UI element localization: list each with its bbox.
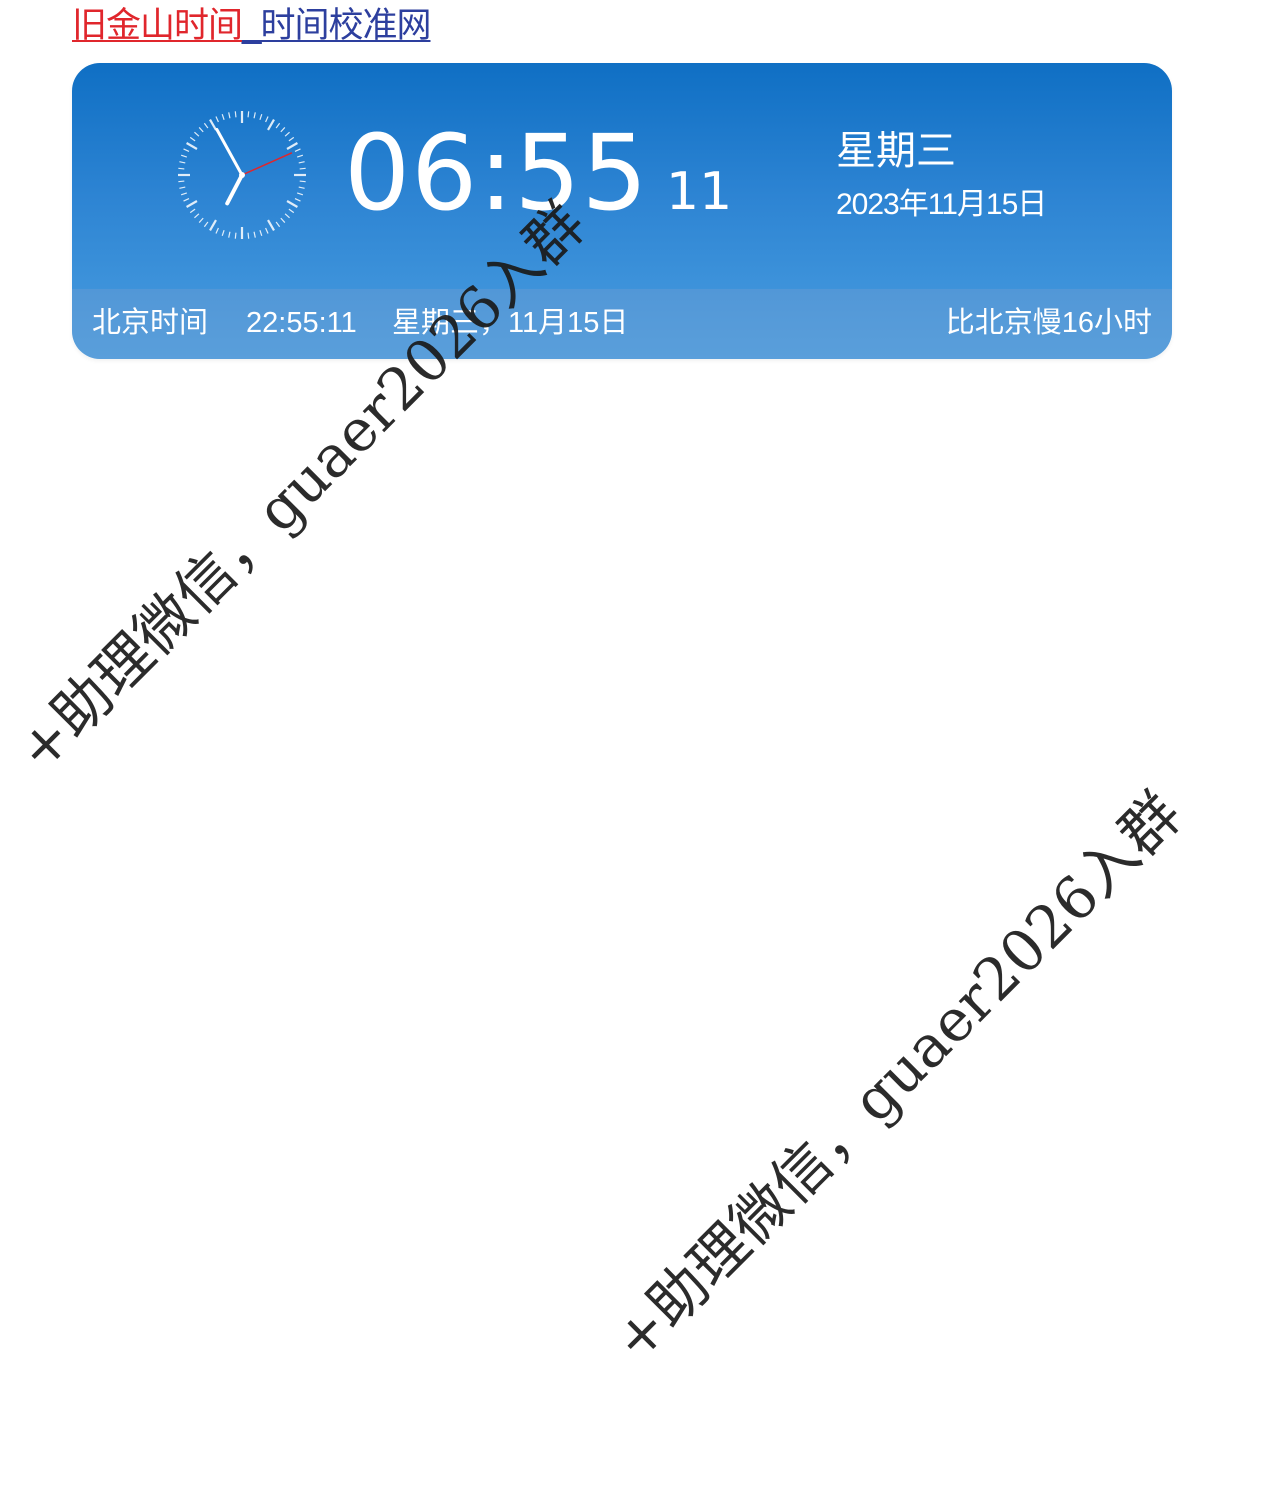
- weekday: 星期三: [836, 129, 956, 173]
- clock-minor-tick: [275, 122, 281, 129]
- clock-minor-tick: [228, 231, 231, 238]
- clock-minor-tick: [280, 127, 286, 133]
- time-offset: 比北京慢16小时: [945, 307, 1152, 339]
- clock-minor-tick: [215, 116, 219, 123]
- clock-minor-tick: [228, 112, 231, 119]
- separator: _: [242, 6, 261, 45]
- clock-minor-tick: [253, 112, 256, 119]
- clock-major-tick: [209, 219, 217, 231]
- clock-minor-tick: [183, 198, 190, 202]
- beijing-date: 星期三，11月15日: [392, 307, 629, 339]
- clock-major-tick: [186, 142, 198, 150]
- clock-minor-tick: [203, 221, 209, 228]
- page-title-links: 旧金山时间_时间校准网: [72, 4, 432, 48]
- clock-minor-tick: [259, 229, 263, 237]
- clock-minor-tick: [299, 167, 306, 170]
- local-seconds: 11: [666, 162, 733, 222]
- hour-hand: [225, 173, 244, 206]
- clock-minor-tick: [298, 161, 305, 164]
- beijing-time-bar: 北京时间 22:55:11 星期三，11月15日 比北京慢16小时: [72, 289, 1172, 359]
- clock-minor-tick: [296, 192, 304, 196]
- clock-minor-tick: [234, 232, 237, 239]
- clock-minor-tick: [298, 186, 305, 189]
- clock-minor-tick: [179, 186, 186, 189]
- clock-minor-tick: [234, 111, 237, 118]
- clock-minor-tick: [179, 161, 186, 164]
- clock-minor-tick: [294, 148, 301, 152]
- watermark-text: +助理微信，guaer2026入群: [599, 779, 1195, 1375]
- clock-minor-tick: [203, 122, 209, 129]
- clock-center: [239, 172, 245, 178]
- clock-minor-tick: [194, 213, 200, 219]
- clock-minor-tick: [180, 154, 188, 158]
- clock-minor-tick: [221, 229, 225, 237]
- clock-minor-tick: [247, 111, 250, 118]
- clock-major-tick: [267, 119, 275, 131]
- clock-minor-tick: [183, 148, 190, 152]
- clock-minor-tick: [259, 113, 263, 121]
- clock-minor-tick: [296, 154, 304, 158]
- clock-major-tick: [267, 219, 275, 231]
- clock-minor-tick: [178, 180, 185, 183]
- clock-minor-tick: [294, 198, 301, 202]
- clock-major-tick: [286, 142, 298, 150]
- clock-minor-tick: [215, 227, 219, 234]
- clock-minor-tick: [284, 131, 290, 137]
- clock-minor-tick: [180, 192, 188, 196]
- clock-minor-tick: [221, 113, 225, 121]
- clock-major-tick: [186, 200, 198, 208]
- clock-minor-tick: [198, 127, 204, 133]
- clock-minor-tick: [288, 208, 295, 214]
- clock-major-tick: [286, 200, 298, 208]
- clock-minor-tick: [299, 180, 306, 183]
- clock-minor-tick: [284, 213, 290, 219]
- clock-minor-tick: [189, 208, 196, 214]
- minute-hand: [215, 127, 244, 177]
- analog-clock: [178, 111, 306, 239]
- city-time-link[interactable]: 旧金山时间: [72, 6, 243, 45]
- site-home-link[interactable]: 时间校准网: [260, 6, 431, 45]
- beijing-label: 北京时间: [92, 307, 209, 339]
- clock-minor-tick: [189, 136, 196, 142]
- clock-minor-tick: [253, 231, 256, 238]
- full-date: 2023年11月15日: [836, 188, 1047, 221]
- clock-card: 06:55 11 星期三 2023年11月15日 北京时间 22:55:11 星…: [72, 63, 1172, 359]
- clock-major-tick: [209, 119, 217, 131]
- local-time: 06:55: [344, 112, 649, 234]
- clock-minor-tick: [265, 227, 269, 234]
- clock-minor-tick: [280, 217, 286, 223]
- clock-minor-tick: [247, 232, 250, 239]
- second-hand: [241, 152, 293, 176]
- clock-minor-tick: [178, 167, 185, 170]
- clock-minor-tick: [275, 221, 281, 228]
- beijing-time: 22:55:11: [246, 307, 357, 339]
- clock-minor-tick: [288, 136, 295, 142]
- clock-minor-tick: [194, 131, 200, 137]
- clock-minor-tick: [265, 116, 269, 123]
- clock-minor-tick: [198, 217, 204, 223]
